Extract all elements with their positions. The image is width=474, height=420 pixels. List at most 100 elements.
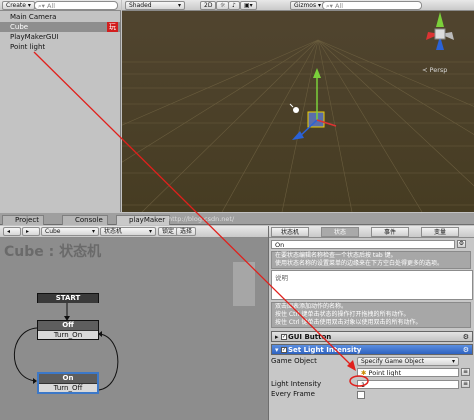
game-object-value: Point light [368,369,402,377]
hint-line: 在要状态编辑名称检查一个状态后按 tab 键。 [275,252,397,259]
expand-arrow-icon: ▸ [275,333,279,341]
state-name: On [39,374,97,383]
game-object-field[interactable]: ✱ Point light [357,368,459,377]
scene-audio-toggle[interactable]: ♪ [228,1,240,10]
gizmos-label: Gizmos [294,2,317,9]
game-object-mode-value: Specify Game Object [361,358,425,365]
bottom-tab-bar: Project Console playMaker http://blog.cs… [0,213,474,225]
hierarchy-search-input[interactable]: ⌕▾ All [34,1,118,10]
scene-grid [122,0,474,212]
state-name: Off [38,321,98,330]
create-label: Create [6,2,26,9]
chevron-down-icon: ▾ [177,2,181,9]
action-enabled-checkbox[interactable]: ✓ [281,334,287,340]
hierarchy-toolbar: Create ▾ ⌕▾ All [0,0,121,11]
state-description-input[interactable]: 说明 [271,270,473,300]
chevron-down-icon: ▾ [451,358,455,365]
tab-state[interactable]: 状态 [321,227,359,237]
fsm-inspector-panel: 状态机 状态 事件 变量 On ⚙ 在要状态编辑名称检查一个状态后按 tab 键… [268,226,474,420]
light-intensity-label: Light Intensity [271,380,322,388]
tab-label: 事件 [383,229,396,236]
state-name-value: On [275,241,285,249]
scene-search-input[interactable]: ⌕▾ All [322,1,422,10]
shading-mode-dropdown[interactable]: Shaded ▾ [125,1,185,10]
inspector-tab-bar: 状态机 状态 事件 变量 [269,226,474,238]
state-node-off[interactable]: Off Turn_On [37,320,99,340]
tab-playmaker[interactable]: playMaker [116,215,171,225]
action-hint-box: 双击图表添加动作的名称。 按住 Ctrl 键单击状态的操作打开拖拽的所有动作。 … [271,302,471,328]
action-header-set-light-intensity[interactable]: ▾ ✓ Set Light Intensity ⚙ [271,344,473,355]
description-placeholder: 说明 [275,274,288,282]
hint-line: 按住 Ctrl 键单击状态的操作打开拖拽的所有动作。 [275,311,410,318]
action-title: Set Light Intensity [288,346,362,354]
gizmos-dropdown[interactable]: Gizmos ▾ [290,1,326,10]
persp-chevron-icon: ≺ [422,66,428,74]
search-icon: ⌕▾ [326,2,333,10]
light-icon: ✱ [361,369,367,377]
light-intensity-value: 1 [361,381,366,389]
speaker-icon: ♪ [232,2,236,9]
every-frame-checkbox[interactable] [357,391,365,399]
watermark: http://blog.csdn.net/ [168,215,235,223]
action-title: GUI Button [288,333,332,341]
tab-label: 状态机 [280,229,299,236]
scene-view[interactable]: Shaded ▾ 2D ☼ ♪ ▣▾ Gizmos ▾ ⌕▾ All ≺ Per… [122,0,474,212]
hierarchy-item-cube[interactable]: Cube 玩 [0,22,120,32]
variable-toggle-button[interactable]: ≡ [461,380,470,388]
state-hint-box: 在要状态编辑名称检查一个状态后按 tab 键。 使用状态名称的设置菜单的边缘来在… [271,251,471,269]
image-icon: ▣ [244,2,250,9]
hierarchy-item-label: PlayMakerGUI [10,33,59,41]
every-frame-label: Every Frame [271,390,315,398]
tab-project[interactable]: Project [2,215,44,225]
menu-icon: ≡ [462,380,469,387]
gear-icon: ⚙ [458,240,465,247]
mode-2d-toggle[interactable]: 2D [200,1,217,10]
hierarchy-panel: Create ▾ ⌕▾ All Main Camera Cube 玩 PlayM… [0,0,121,212]
scene-toolbar: Shaded ▾ 2D ☼ ♪ ▣▾ Gizmos ▾ ⌕▾ All [122,0,474,11]
tab-events[interactable]: 事件 [371,227,409,237]
gear-icon[interactable]: ⚙ [463,345,469,356]
state-settings-button[interactable]: ⚙ [457,240,466,248]
persp-label: Persp [429,66,448,74]
action-header-gui-button[interactable]: ▸ ✓ GUI Button ⚙ [271,331,473,342]
state-node-on[interactable]: On Turn_Off [37,372,99,394]
transition-turn-on[interactable]: Turn_On [38,330,98,339]
game-object-label: Game Object [271,357,317,365]
hint-line: 按住 Ctrl 键单击使用双击对象以使用双击的所有动作。 [275,319,422,326]
gear-icon[interactable]: ⚙ [463,332,469,343]
view-mode-label[interactable]: ≺ Persp [422,66,447,74]
scene-effects-dropdown[interactable]: ▣▾ [240,1,257,10]
action-enabled-checkbox[interactable]: ✓ [281,347,287,353]
game-object-mode-dropdown[interactable]: Specify Game Object ▾ [357,357,459,366]
tab-label: Console [75,216,103,224]
tab-fsm[interactable]: 状态机 [271,227,309,237]
hierarchy-item-label: Point light [10,43,46,51]
shading-mode-label: Shaded [129,2,152,9]
tab-label: Project [15,216,39,224]
mode-2d-label: 2D [204,2,213,9]
hint-line: 双击图表添加动作的名称。 [275,303,348,310]
state-name-input[interactable]: On [271,240,455,249]
tab-variables[interactable]: 变量 [421,227,459,237]
playmaker-graph-view[interactable]: ◂ ▸ Cube ▾ 状态机 ▾ 锁定 选择 Cube : 状态机 START [0,226,268,420]
start-node[interactable]: START [37,293,99,303]
menu-icon: ≡ [462,368,469,375]
tab-label: 状态 [333,229,346,236]
playmaker-badge-icon[interactable]: 玩 [107,22,118,32]
hierarchy-item-playmakergui[interactable]: PlayMakerGUI [0,32,120,42]
hierarchy-item-main-camera[interactable]: Main Camera [0,12,120,22]
expand-arrow-icon: ▾ [275,346,279,354]
hierarchy-item-label: Cube [10,23,29,31]
create-dropdown[interactable]: Create ▾ [2,1,35,10]
sun-icon: ☼ [220,2,226,9]
scene-search-placeholder: All [334,2,344,10]
tab-label: playMaker [129,216,166,224]
tab-label: 变量 [433,229,446,236]
hierarchy-item-label: Main Camera [10,13,57,21]
tab-console[interactable]: Console [62,215,108,225]
search-icon: ⌕▾ [38,2,45,10]
light-intensity-input[interactable]: 1 [357,380,459,389]
transition-turn-off[interactable]: Turn_Off [39,383,97,392]
hierarchy-item-point-light[interactable]: Point light [0,42,120,52]
variable-toggle-button[interactable]: ≡ [461,368,470,376]
